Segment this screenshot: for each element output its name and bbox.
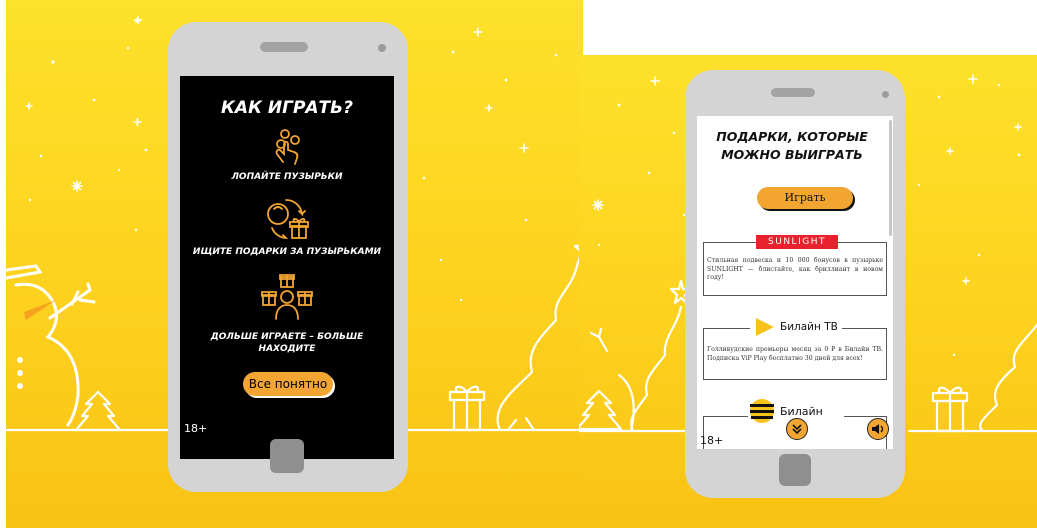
home-button[interactable]: [779, 454, 811, 486]
sound-button[interactable]: [867, 418, 889, 440]
beeline-tv-logo-text: Билайн ТВ: [780, 321, 838, 333]
scroll-down-button[interactable]: [786, 418, 808, 440]
tap-bubbles-icon: [275, 129, 300, 165]
prize-description: Стильная подвеска и 10 000 бонусов в пуз…: [707, 257, 883, 281]
phone-speaker: [260, 42, 308, 52]
how-to-play-screen: КАК ИГРАТЬ? ЛОПАЙТЕ ПУЗЫРЬКИ ИЩИТЕ ПОДАР…: [180, 76, 394, 459]
got-it-button[interactable]: Все понятно: [243, 372, 333, 396]
phone-left: КАК ИГРАТЬ? ЛОПАЙТЕ ПУЗЫРЬКИ ИЩИТЕ ПОДАР…: [168, 22, 408, 492]
beeline-logo-text: Билайн: [780, 404, 823, 418]
phone-speaker: [771, 88, 815, 97]
scrollbar[interactable]: [889, 120, 892, 236]
prize-card-sunlight: SUNLIGHT Стильная подвеска и 10 000 бону…: [703, 235, 887, 296]
home-button[interactable]: [270, 439, 304, 473]
age-rating: 18+: [700, 434, 724, 447]
phone-camera: [882, 91, 889, 98]
prizes-title: ПОДАРКИ, КОТОРЫЕ МОЖНО ВЫИГРАТЬ: [716, 129, 868, 162]
chevron-double-down-icon: [792, 424, 802, 435]
step-label-pop: ЛОПАЙТЕ ПУЗЫРЬКИ: [231, 172, 343, 182]
phone-camera: [378, 44, 386, 52]
age-rating: 18+: [184, 422, 208, 435]
prize-card-beeline-tv: Билайн ТВ Голливудские премьеры месяц за…: [703, 315, 887, 380]
left-scene: КАК ИГРАТЬ? ЛОПАЙТЕ ПУЗЫРЬКИ ИЩИТЕ ПОДАР…: [6, 0, 583, 528]
how-to-play-title: КАК ИГРАТЬ?: [221, 98, 353, 118]
beeline-tv-logo: Билайн ТВ: [750, 315, 842, 339]
play-triangle-icon: [756, 318, 774, 336]
step-label-search: ИЩИТЕ ПОДАРКИ ЗА ПУЗЫРЬКАМИ: [192, 247, 382, 257]
beeline-stripes-icon: [750, 399, 774, 423]
person-gifts-icon: [261, 274, 313, 320]
step-label-play-longer: ДОЛЬШЕ ИГРАЕТЕ – БОЛЬШЕ НАХОДИТЕ: [210, 332, 364, 354]
right-scene: ПОДАРКИ, КОТОРЫЕ МОЖНО ВЫИГРАТЬ Играть S…: [579, 55, 1037, 528]
prizes-screen: ПОДАРКИ, КОТОРЫЕ МОЖНО ВЫИГРАТЬ Играть S…: [697, 116, 893, 449]
phone-right: ПОДАРКИ, КОТОРЫЕ МОЖНО ВЫИГРАТЬ Играть S…: [685, 70, 905, 498]
speaker-icon: [872, 424, 884, 434]
sunlight-logo: SUNLIGHT: [756, 235, 838, 249]
play-button[interactable]: Играть: [757, 187, 853, 209]
prize-description: Голливудские премьеры месяц за 0 ₽ в Бил…: [707, 346, 883, 362]
bubble-gift-icon: [267, 199, 309, 240]
